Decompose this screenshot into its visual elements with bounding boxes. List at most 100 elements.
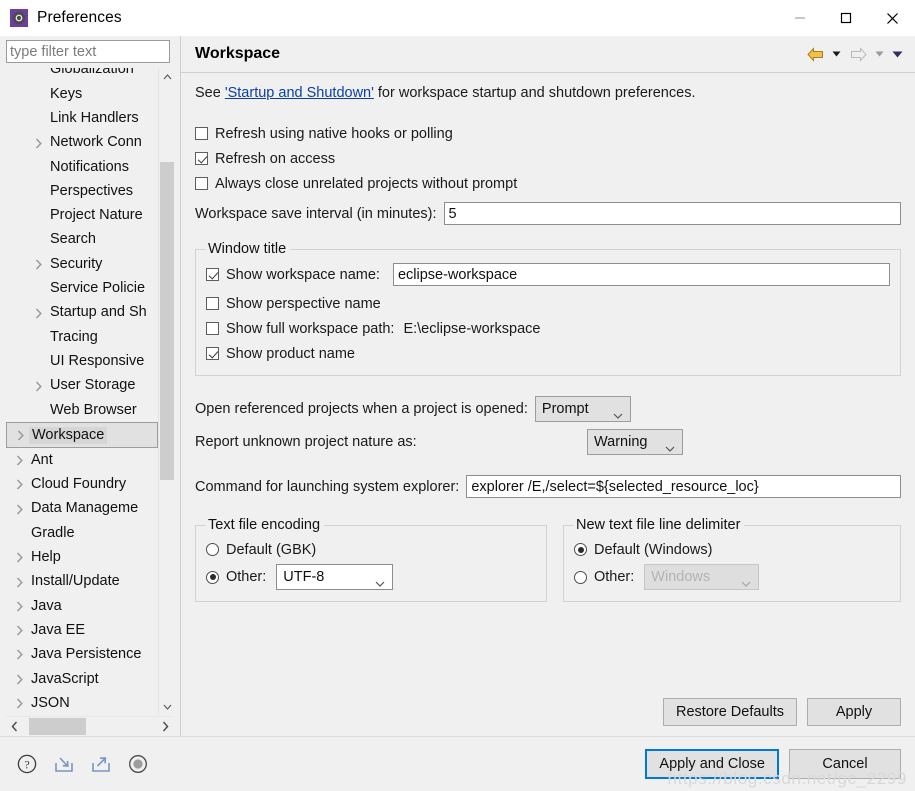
forward-dropdown-caret-icon[interactable] [872, 43, 887, 65]
expand-chevron-icon[interactable] [12, 574, 28, 590]
intro-prefix: See [195, 85, 225, 101]
sidebar-item-label: User Storage [47, 377, 138, 395]
sidebar-item-service-policie[interactable]: Service Policie [6, 277, 158, 301]
scroll-up-icon[interactable] [159, 68, 175, 85]
record-icon[interactable] [125, 751, 151, 777]
delimiter-other-radio[interactable]: Other: Windows [574, 562, 890, 592]
import-icon[interactable] [51, 751, 77, 777]
expand-chevron-icon[interactable] [13, 427, 29, 443]
tree-horizontal-scrollbar[interactable] [6, 716, 174, 736]
sidebar-item-link-handlers[interactable]: Link Handlers [6, 107, 158, 131]
open-referenced-select[interactable]: Prompt [535, 396, 631, 422]
encoding-other-dropdown[interactable]: UTF-8 [276, 564, 393, 590]
apply-button[interactable]: Apply [807, 698, 901, 726]
explorer-command-label: Command for launching system explorer: [195, 479, 459, 495]
expand-chevron-icon[interactable] [12, 501, 28, 517]
sidebar-item-data-manageme[interactable]: Data Manageme [6, 497, 158, 521]
apply-and-close-button[interactable]: Apply and Close [645, 749, 779, 779]
sidebar-item-java[interactable]: Java [6, 594, 158, 618]
minimize-button[interactable] [777, 0, 823, 36]
explorer-command-input[interactable] [466, 475, 901, 498]
scroll-left-icon[interactable] [6, 717, 23, 736]
sidebar-item-label: Cloud Foundry [28, 476, 129, 494]
sidebar-item-label: Notifications [47, 159, 132, 177]
workspace-name-input[interactable] [393, 263, 890, 286]
show-perspective-name-checkbox[interactable]: Show perspective name [206, 291, 890, 316]
expand-chevron-icon[interactable] [12, 623, 28, 639]
tree-scroll-thumb[interactable] [160, 162, 174, 481]
expand-chevron-icon[interactable] [12, 647, 28, 663]
sidebar-item-cloud-foundry[interactable]: Cloud Foundry [6, 473, 158, 497]
sidebar-item-globalization[interactable]: Globalization [6, 68, 158, 82]
sidebar-item-json[interactable]: JSON [6, 691, 158, 715]
sidebar-item-install-update[interactable]: Install/Update [6, 570, 158, 594]
sidebar-item-tracing[interactable]: Tracing [6, 325, 158, 349]
expand-chevron-icon[interactable] [31, 257, 47, 273]
expand-chevron-icon[interactable] [12, 671, 28, 687]
workspace-checkbox-2[interactable]: Always close unrelated projects without … [195, 171, 901, 196]
sidebar-item-label: JavaScript [28, 671, 102, 689]
sidebar-item-perspectives[interactable]: Perspectives [6, 179, 158, 203]
tree-spacer [31, 111, 47, 127]
encoding-other-select[interactable]: UTF-8 [276, 564, 393, 590]
back-arrow-icon[interactable] [804, 43, 826, 65]
checkbox-box [195, 127, 208, 140]
sidebar-item-user-storage[interactable]: User Storage [6, 374, 158, 398]
sidebar-item-notifications[interactable]: Notifications [6, 155, 158, 179]
startup-shutdown-link[interactable]: 'Startup and Shutdown' [225, 85, 374, 101]
forward-arrow-icon[interactable] [847, 43, 869, 65]
sidebar-item-security[interactable]: Security [6, 252, 158, 276]
sidebar-item-gradle[interactable]: Gradle [6, 521, 158, 545]
workspace-checkbox-1[interactable]: Refresh on access [195, 146, 901, 171]
cancel-button[interactable]: Cancel [789, 749, 901, 779]
expand-chevron-icon[interactable] [31, 378, 47, 394]
delimiter-default-radio[interactable]: Default (Windows) [574, 537, 890, 562]
workspace-checkbox-0[interactable]: Refresh using native hooks or polling [195, 121, 901, 146]
sidebar-item-project-nature[interactable]: Project Nature [6, 204, 158, 228]
report-nature-dropdown[interactable]: Warning [587, 429, 683, 455]
sidebar-item-startup-and-sh[interactable]: Startup and Sh [6, 301, 158, 325]
sidebar-item-java-persistence[interactable]: Java Persistence [6, 643, 158, 667]
sidebar-item-label: Help [28, 549, 64, 567]
sidebar-item-keys[interactable]: Keys [6, 82, 158, 106]
tree-hscroll-thumb[interactable] [29, 718, 86, 735]
sidebar-item-ant[interactable]: Ant [6, 448, 158, 472]
sidebar-item-label: Workspace [29, 427, 107, 445]
sidebar-item-workspace[interactable]: Workspace [6, 422, 158, 448]
sidebar-item-javascript[interactable]: JavaScript [6, 667, 158, 691]
show-workspace-name-checkbox[interactable]: Show workspace name: [206, 267, 380, 283]
encoding-other-radio[interactable]: Other: UTF-8 [206, 562, 536, 592]
expand-chevron-icon[interactable] [12, 550, 28, 566]
export-icon[interactable] [88, 751, 114, 777]
sidebar-item-network-conn[interactable]: Network Conn [6, 131, 158, 155]
sidebar-item-label: Gradle [28, 525, 78, 543]
help-icon[interactable]: ? [14, 751, 40, 777]
filter-input[interactable] [6, 40, 170, 63]
sidebar-item-ui-responsive[interactable]: UI Responsive [6, 350, 158, 374]
close-button[interactable] [869, 0, 915, 36]
open-referenced-dropdown[interactable]: Prompt [535, 396, 631, 422]
dialog-body: GlobalizationKeysLink HandlersNetwork Co… [0, 36, 915, 736]
restore-defaults-button[interactable]: Restore Defaults [663, 698, 797, 726]
report-nature-select[interactable]: Warning [587, 429, 683, 455]
expand-chevron-icon[interactable] [12, 477, 28, 493]
maximize-button[interactable] [823, 0, 869, 36]
sidebar-item-search[interactable]: Search [6, 228, 158, 252]
expand-chevron-icon[interactable] [12, 453, 28, 469]
sidebar-item-java-ee[interactable]: Java EE [6, 619, 158, 643]
expand-chevron-icon[interactable] [12, 696, 28, 712]
expand-chevron-icon[interactable] [31, 305, 47, 321]
back-dropdown-caret-icon[interactable] [829, 43, 844, 65]
expand-chevron-icon[interactable] [31, 135, 47, 151]
encoding-default-radio[interactable]: Default (GBK) [206, 537, 536, 562]
scroll-down-icon[interactable] [159, 698, 175, 715]
tree-vertical-scrollbar[interactable] [158, 68, 174, 715]
show-full-path-checkbox[interactable]: Show full workspace path: E:\eclipse-wor… [206, 316, 890, 341]
scroll-right-icon[interactable] [157, 717, 174, 736]
sidebar-item-help[interactable]: Help [6, 546, 158, 570]
show-product-name-checkbox[interactable]: Show product name [206, 341, 890, 366]
page-menu-caret-icon[interactable] [890, 43, 905, 65]
expand-chevron-icon[interactable] [12, 598, 28, 614]
save-interval-input[interactable] [444, 202, 902, 225]
sidebar-item-web-browser[interactable]: Web Browser [6, 398, 158, 422]
